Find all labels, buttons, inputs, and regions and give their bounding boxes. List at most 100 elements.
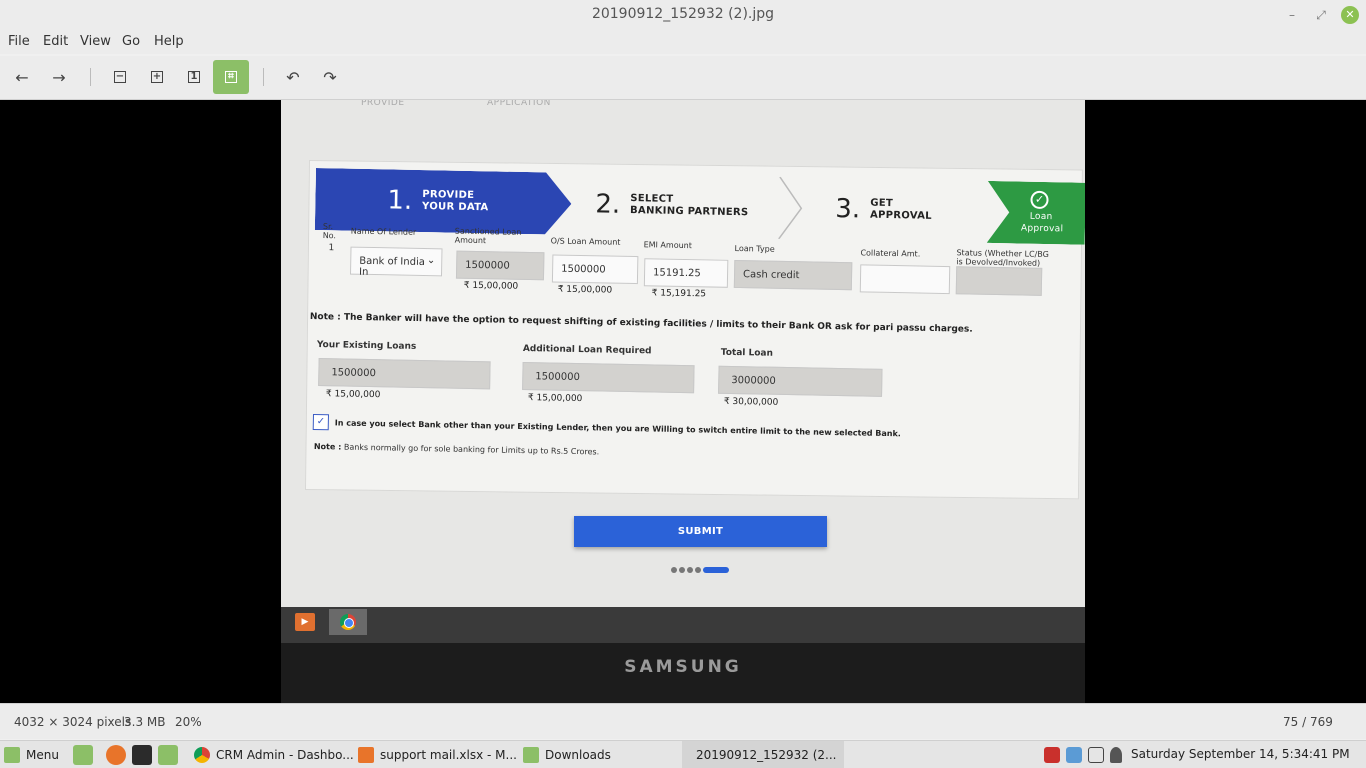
menu-edit[interactable]: Edit [43,34,68,49]
task-image-viewer[interactable]: 20190912_152932 (2... [682,741,844,768]
consent-checkbox[interactable]: ✓ [312,414,329,431]
status-field[interactable] [955,266,1043,296]
existing-loans-formatted: ₹ 15,00,000 [325,389,381,401]
lender-table: Sr. No. Name Of Lender Sanctioned Loan A… [319,222,1060,316]
toolbar-separator [263,68,264,86]
ghost-header-text: APPLICATION [487,100,551,108]
row-sr-no: 1 [328,243,335,254]
best-fit-icon: ⌗ [225,71,237,83]
photographed-taskbar: ▶ [281,607,1085,643]
ghost-header-text: PROVIDE [361,100,405,108]
start-menu-button[interactable]: Menu [4,741,59,768]
toolbar: ← → − + 1 ⌗ ↶ ↷ [0,56,1366,100]
total-loan-formatted: ₹ 30,00,000 [723,396,779,408]
chrome-icon [329,609,367,635]
zoom-in-icon: + [151,71,163,83]
forward-arrow-icon: → [52,67,66,87]
zoom-in-button[interactable]: + [139,60,175,94]
loading-dots [671,567,729,573]
menu-view[interactable]: View [80,34,111,49]
mint-logo-icon [4,747,20,763]
task-support-mail[interactable]: support mail.xlsx - M... [350,741,525,768]
monitor-brand-logo: SAMSUNG [624,657,742,677]
header-sanctioned: Sanctioned Loan Amount [454,226,522,246]
pager-dot [695,567,701,573]
existing-loans-label: Your Existing Loans [316,340,417,352]
rotate-left-button[interactable]: ↶ [275,60,311,94]
photo: PROVIDE APPLICATION 1. PROVIDE YOUR DATA … [281,100,1085,703]
pager-dot [679,567,685,573]
user-icon[interactable] [1110,747,1122,763]
rotate-left-icon: ↶ [286,67,300,87]
monitor-bezel: SAMSUNG [281,643,1085,703]
folder-icon [523,747,539,763]
sanctioned-amount-formatted: ₹ 15,00,000 [463,280,519,292]
header-sr-no: Sr. No. [322,222,337,241]
menu-bar: File Edit View Go Help [0,30,1366,54]
zoom-out-button[interactable]: − [102,60,138,94]
additional-loan-field[interactable]: 1500000 [522,361,695,394]
spreadsheet-icon [358,747,374,763]
sanctioned-amount-field[interactable]: 1500000 [455,250,545,281]
image-canvas[interactable]: PROVIDE APPLICATION 1. PROVIDE YOUR DATA … [0,100,1366,703]
task-crm-admin[interactable]: CRM Admin - Dashbo... [186,741,362,768]
pager-dot [671,567,677,573]
emi-amount-field[interactable]: 15191.25 [643,258,729,288]
taskbar: Menu CRM Admin - Dashbo... support mail.… [0,740,1366,768]
best-fit-button[interactable]: ⌗ [213,60,249,94]
menu-go[interactable]: Go [122,34,140,49]
header-collateral: Collateral Amt. [860,248,921,259]
header-emi: EMI Amount [643,240,692,251]
additional-loan-formatted: ₹ 15,00,000 [527,393,583,405]
zoom-out-icon: − [114,71,126,83]
submit-button[interactable]: SUBMIT [574,516,827,547]
chevron-down-icon: ⌄ [426,255,436,267]
back-button[interactable]: ← [4,60,40,94]
maximize-icon[interactable]: ⤢ [1312,6,1330,24]
chrome-icon [194,747,210,763]
minimize-icon[interactable]: – [1283,6,1301,24]
total-loan-label: Total Loan [720,347,774,359]
firefox-icon[interactable] [106,745,126,765]
clock[interactable]: Saturday September 14, 5:34:41 PM [1131,747,1350,761]
menu-file[interactable]: File [8,34,30,49]
toolbar-separator [90,68,91,86]
normal-size-button[interactable]: 1 [176,60,212,94]
loan-type-field[interactable]: Cash credit [733,259,853,291]
back-arrow-icon: ← [15,67,29,87]
header-status: Status (Whether LC/BG is Devolved/Invoke… [956,248,1049,268]
chat-icon[interactable] [1066,747,1082,763]
task-downloads[interactable]: Downloads [515,741,619,768]
emi-amount-formatted: ₹ 15,191.25 [651,288,707,300]
show-desktop-icon[interactable] [73,745,93,765]
normal-size-icon: 1 [188,71,200,83]
rotate-right-icon: ↷ [323,67,337,87]
media-player-icon: ▶ [295,613,315,631]
file-size: 3.3 MB [124,715,166,729]
menu-help[interactable]: Help [154,34,184,49]
files-icon[interactable] [158,745,178,765]
shield-icon[interactable] [1044,747,1060,763]
lender-select[interactable]: Bank of India In ⌄ [349,246,443,278]
rotate-right-button[interactable]: ↷ [312,60,348,94]
existing-loans-field[interactable]: 1500000 [318,358,491,390]
terminal-icon[interactable] [132,745,152,765]
header-os-amount: O/S Loan Amount [550,236,621,247]
additional-loan-label: Additional Loan Required [522,343,652,357]
check-circle-icon: ✓ [1030,191,1048,209]
pager-dot-active [703,567,729,573]
zoom-level: 20% [175,715,202,729]
photographed-screen: PROVIDE APPLICATION 1. PROVIDE YOUR DATA … [281,100,1085,612]
header-loan-type: Loan Type [734,243,775,254]
status-bar: 4032 × 3024 pixels 3.3 MB 20% 75 / 769 [0,703,1366,739]
os-amount-field[interactable]: 1500000 [551,254,639,285]
display-icon[interactable] [1088,747,1104,763]
total-loan-field[interactable]: 3000000 [718,365,883,397]
image-dimensions: 4032 × 3024 pixels [14,715,132,729]
header-lender: Name Of Lender [350,226,417,237]
close-icon[interactable]: ✕ [1341,6,1359,24]
image-position: 75 / 769 [1283,715,1333,729]
forward-button[interactable]: → [41,60,77,94]
collateral-amount-field[interactable] [859,264,951,295]
title-bar: 20190912_152932 (2).jpg – ⤢ ✕ [0,0,1366,30]
